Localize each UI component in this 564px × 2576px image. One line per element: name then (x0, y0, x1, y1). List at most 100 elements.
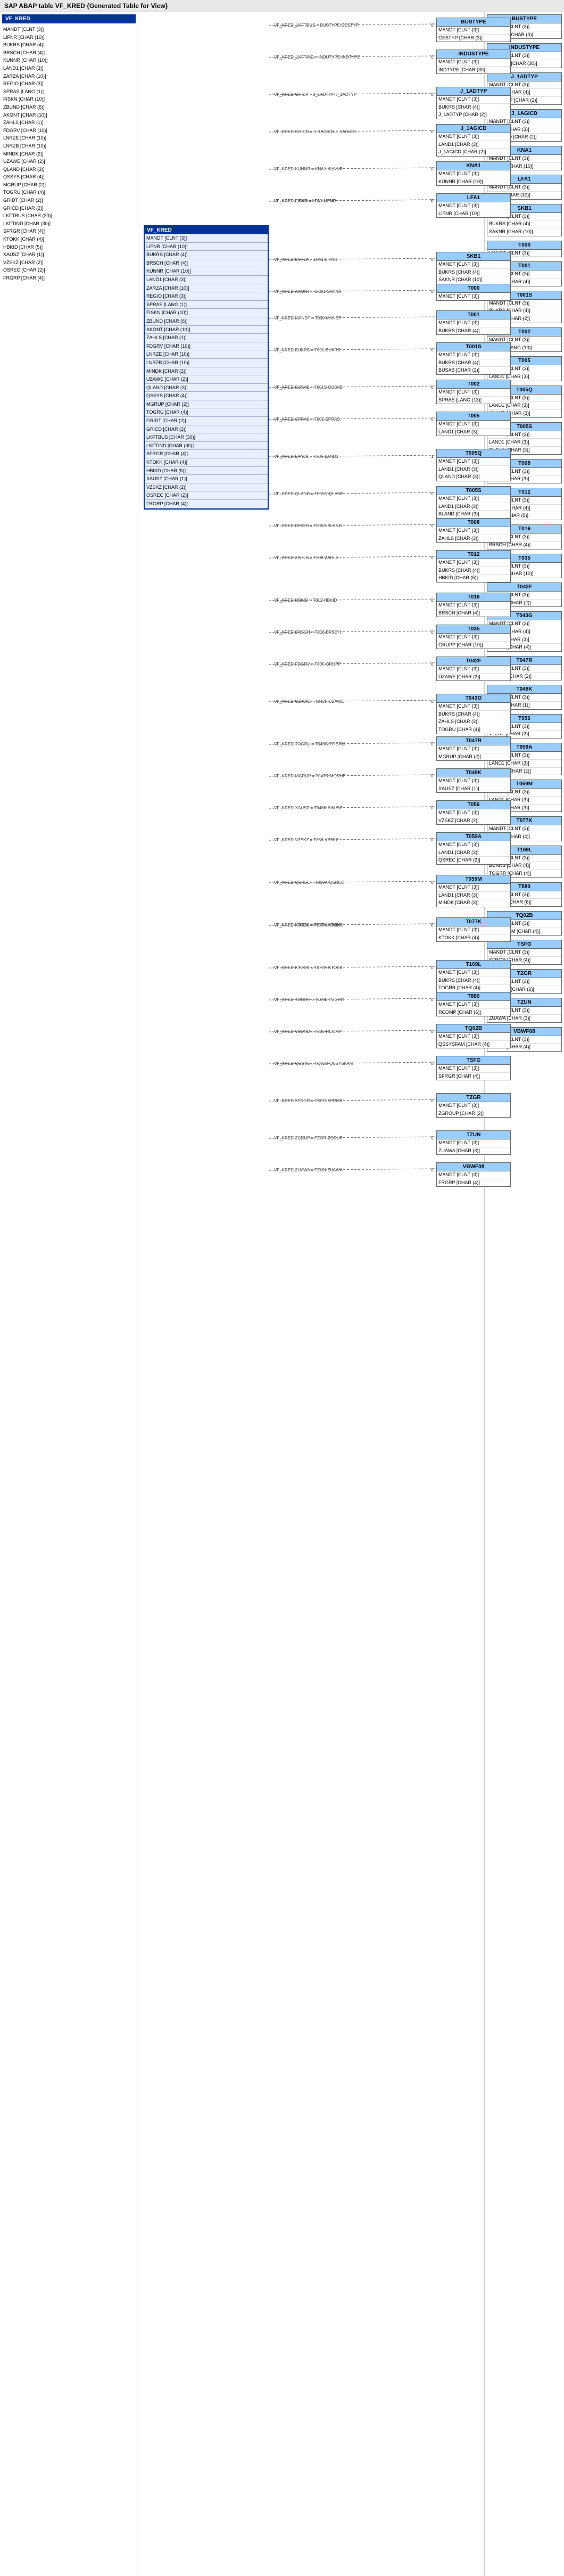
diagram-table-box: T056MANDT [CLNT (3)]VZSKZ [CHAR (2)] (436, 800, 511, 825)
relation-label: VF_KRED-SFRGR = TSFG-SFRGR (274, 1098, 343, 1103)
diagram-table-header: TSFG (437, 1056, 510, 1065)
relation-label: VF_KRED-KUNNR = KNA1-KUNNR (274, 167, 343, 171)
diagram-table-header: T012 (437, 551, 510, 559)
main-table-diagram-field: MANDT [CLNT (3)] (145, 234, 268, 243)
relation-label: VF_KRED-MGRUP = T047R-MGRUP (274, 774, 346, 778)
main-table-diagram-field: LKFTIND [CHAR (30)] (145, 442, 268, 450)
relation-label: VF_KRED_1KFTBUS = BUSTYPE-GESTYP (274, 23, 359, 28)
main-table-diagram-header: VF_KRED (145, 226, 268, 234)
diagram-table-field: MGRUP [CHAR (2)] (437, 753, 510, 761)
diagram-table-field: MANDT [CLNT (3)] (437, 777, 510, 785)
field-item: ZARZA [CHAR (10)] (2, 72, 136, 80)
diagram-table-box: T048KMANDT [CLNT (3)]XAUSZ [CHAR (1)] (436, 768, 511, 793)
relation-label: VF_KRED-GRICD = J_1AGICD-J_1AGICD (274, 129, 356, 134)
diagram-table-field: BUKRS [CHAR (4)] (437, 977, 510, 985)
relation-label: VF_KRED-ZAHLS = T008-ZAHLS (274, 555, 338, 560)
relation-label: VF_KRED-KTOCK = T077K-KTOKK (274, 923, 343, 928)
diagram-table-box: T059AMANDT [CLNT (3)]LAND1 [CHAR (3)]QSR… (436, 832, 511, 865)
relation-label: VF_KRED-BUSAB = T001S-BUSAB (274, 385, 343, 390)
diagram-table-field: LAND1 [CHAR (3)] (437, 892, 510, 900)
diagram-table-header: T035 (437, 625, 510, 634)
diagram-table-header: J_1ADTYP (437, 87, 510, 96)
main-table-diagram-field: QSSYS [CHAR (4)] (145, 392, 268, 400)
diagram-table-field: MANDT [CLNT (3)] (437, 96, 510, 104)
diagram-table-field: MANDT [CLNT (3)] (437, 319, 510, 327)
diagram-table-header: J_1AGICD (437, 125, 510, 133)
main-table-diagram-field: LIFNR [CHAR (10)] (145, 243, 268, 251)
diagram-table-box: T169LMANDT [CLNT (3)]BUKRS [CHAR (4)]TOG… (436, 960, 511, 992)
main-table-diagram-field: LNRZB [CHAR (10)] (145, 359, 268, 367)
diagram-table-field: BRSCH [CHAR (4)] (437, 610, 510, 617)
field-item: LKFTBUS [CHAR (30)] (2, 212, 136, 220)
related-table-header: T042F (487, 583, 561, 592)
main-table-title: VF_KRED (2, 14, 136, 23)
diagram-table-box: T042FMANDT [CLNT (3)]UZAWE [CHAR (2)] (436, 657, 511, 681)
diagram-table-field: KTOKK [CHAR (4)] (437, 934, 510, 942)
diagram-table-box: T880MANDT [CLNT (3)]RCOMP [CHAR (6)] (436, 992, 511, 1016)
diagram-table-field: RCOMP [CHAR (6)] (437, 1009, 510, 1016)
diagram-table-field: MANDT [CLNT (3)] (437, 926, 510, 934)
field-item: LKFTIND [CHAR (30)] (2, 220, 136, 228)
diagram-table-field: MANDT [CLNT (3)] (437, 389, 510, 397)
relation-label: VF_KRED-GRIDT = J_1ADTYP-J_1ADTYP (274, 92, 356, 97)
relation-label: VF_KRED-HBKID = T012-HBKID (274, 598, 337, 603)
field-item: ZAHLS [CHAR (1)] (2, 119, 136, 127)
diagram-table-field: MANDT [CLNT (3)] (437, 703, 510, 711)
diagram-table-field: MANDT [CLNT (3)] (437, 495, 510, 503)
related-table-field: BUKRS [CHAR (4)] (487, 220, 561, 228)
diagram-table-field: QSREC [CHAR (2)] (437, 857, 510, 864)
field-item: HBKID [CHAR (5)] (2, 243, 136, 251)
diagram-table-field: LAND1 [CHAR (3)] (437, 466, 510, 474)
diagram-table-field: MANDT [CLNT (3)] (437, 59, 510, 67)
diagram-table-header: LFA1 (437, 194, 510, 202)
diagram-table-field: J_1AGICD [CHAR (2)] (437, 149, 510, 156)
relation-label: VF_KRED-BUKRS = T001-BUKRS (274, 348, 341, 352)
main-table-diagram-field: TOGRU [CHAR (4)] (145, 408, 268, 417)
diagram-table-field: ZUAWA [CHAR (3)] (437, 1147, 510, 1155)
diagram-table-field: MANDT [CLNT (3)] (437, 27, 510, 35)
main-table-diagram-field: FDGRV [CHAR (10)] (145, 342, 268, 351)
field-item: ZBUND [CHAR (6)] (2, 103, 136, 111)
diagram-table-field: MANDT [CLNT (3)] (437, 527, 510, 535)
field-item: LNRZE [CHAR (10)] (2, 134, 136, 142)
diagram-table-box: T005MANDT [CLNT (3)]LAND1 [CHAR (3)] (436, 412, 511, 436)
field-item: VZSKZ [CHAR (2)] (2, 259, 136, 267)
diagram-table-header: T048K (437, 769, 510, 777)
diagram-table-field: XAUSZ [CHAR (1)] (437, 785, 510, 793)
related-table-field: SAKNR [CHAR (10)] (487, 228, 561, 236)
field-item: LNRZB [CHAR (10)] (2, 142, 136, 150)
relation-label: VF_KRED-LIFNR = LFA1-LIFNR (274, 199, 336, 203)
diagram-table-field: QSSYSFAM [CHAR (4)] (437, 1041, 510, 1048)
related-table-field: MANDT [CLNT (3)] (487, 300, 561, 308)
field-item: LAND1 [CHAR (3)] (2, 64, 136, 72)
relation-label: VF_KRED-MANDT = T000-MANDT (274, 316, 341, 321)
field-item: QSSYS [CHAR (4)] (2, 173, 136, 181)
diagram-table-field: SFRGR [CHAR (4)] (437, 1073, 510, 1080)
relation-label: VF_KRED-LAND1 = T005-LAND1 (274, 454, 338, 459)
relation-label: VF_KRED-QSREC = T059A-QSREC (274, 880, 344, 885)
diagram-table-box: LFA1MANDT [CLNT (3)]LIFNR [CHAR (10)] (436, 193, 511, 218)
diagram-table-header: T880 (437, 992, 510, 1001)
diagram-table-header: T047R (437, 737, 510, 745)
diagram-table-field: LAND1 [CHAR (3)] (437, 429, 510, 436)
field-item: OSREC [CHAR (2)] (2, 266, 136, 274)
relation-label: VF_KRED-TOGRU = T043G-TOGRU (274, 742, 345, 746)
main-table-diagram-field: AKONT [CHAR (10)] (145, 326, 268, 334)
field-item: MGRUP [CHAR (2)] (2, 181, 136, 189)
diagram-table-field: BUKRS [CHAR (4)] (437, 104, 510, 112)
diagram-table-header: T042F (437, 657, 510, 666)
diagram-table-field: LIFNR [CHAR (10)] (437, 210, 510, 218)
relation-label: VF_KRED-REGIO = T005S-BLAND (274, 523, 342, 528)
diagram-table-box: TSFGMANDT [CLNT (3)]SFRGR [CHAR (4)] (436, 1056, 511, 1080)
main-table-diagram-field: OSREC [CHAR (2)] (145, 491, 268, 500)
relation-label: VF_KRED-FDGRV = T035-GRUPP (274, 662, 341, 667)
main-table-diagram-field: ZARZA [CHAR (10)] (145, 284, 268, 293)
diagram-table-field: BUKRS [CHAR (4)] (437, 567, 510, 575)
diagram-area: BUSTYPEMANDT [CLNT (3)]GESTYP [CHAR (3)]… (138, 12, 484, 2576)
main-table-diagram-field: FRGRP [CHAR (4)] (145, 500, 268, 508)
main-table-diagram-field: GRIDT [CHAR (2)] (145, 417, 268, 425)
relation-label: VF_KRED-BRSCH = T016-BRSCH (274, 630, 341, 635)
field-item: MINDK [CHAR (2)] (2, 150, 136, 158)
diagram-table-field: GRUPP [CHAR (10)] (437, 642, 510, 649)
diagram-table-field: TOGRR [CHAR (4)] (437, 985, 510, 992)
